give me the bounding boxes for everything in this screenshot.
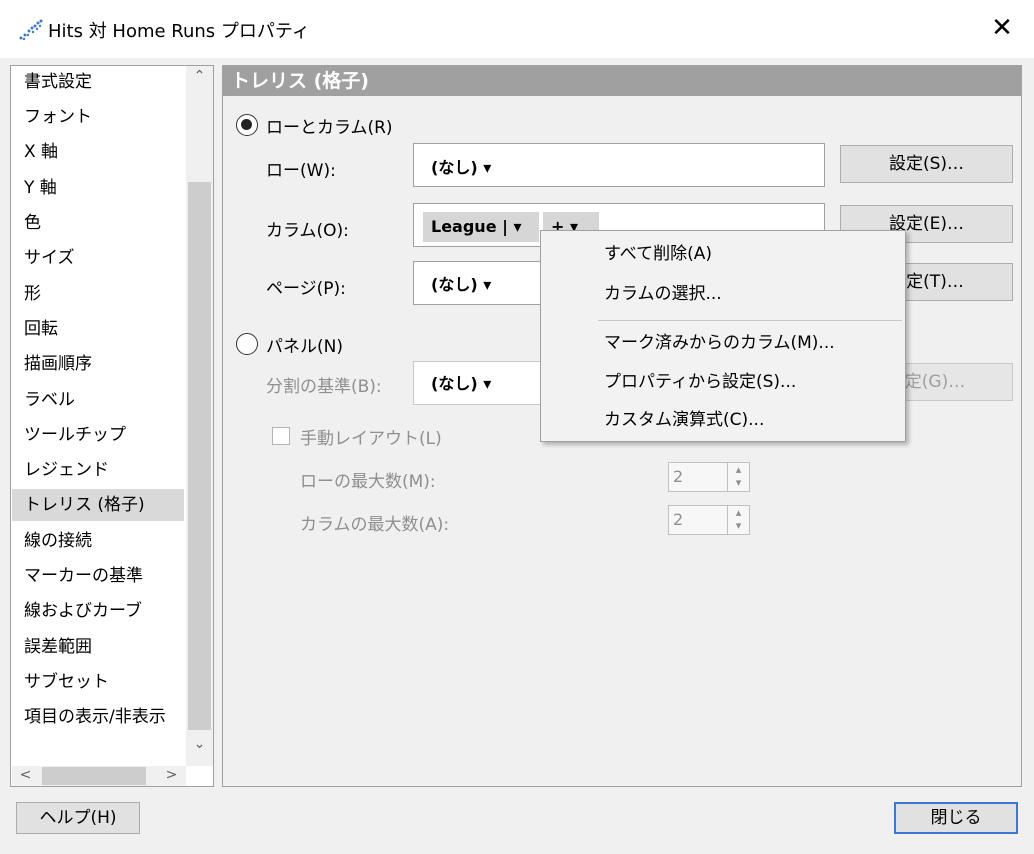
panels-label: パネル(N)	[266, 337, 343, 357]
nav-item-tooltip[interactable]: ツールチップ	[24, 419, 126, 451]
dropdown-icon: ▾	[483, 374, 492, 393]
nav-item-marker-by[interactable]: マーカーの基準	[24, 560, 143, 592]
nav-item-line-connection[interactable]: 線の接続	[24, 525, 92, 557]
spin-up-icon[interactable]: ▴	[728, 506, 749, 519]
page-label: ページ(P):	[266, 279, 346, 299]
menu-item-set-from-property[interactable]: プロパティから設定(S)...	[604, 364, 796, 400]
nav-item-font[interactable]: フォント	[24, 101, 92, 133]
rows-columns-label: ローとカラム(R)	[266, 118, 393, 138]
dropdown-icon: ▾	[513, 217, 522, 236]
nav-item-lines-curves[interactable]: 線およびカーブ	[24, 595, 142, 627]
row-value: (なし)	[431, 158, 478, 177]
nav-item-error-bars[interactable]: 誤差範囲	[24, 631, 92, 663]
spin-up-icon[interactable]: ▴	[728, 463, 749, 476]
nav-item-subsets[interactable]: サブセット	[24, 666, 109, 698]
nav-item-shape[interactable]: 形	[24, 278, 41, 310]
manual-layout-checkbox[interactable]	[272, 427, 290, 445]
horizontal-scrollbar-thumb[interactable]	[42, 767, 146, 785]
category-list-items: 書式設定 フォント X 軸 Y 軸 色 サイズ 形 回転 描画順序 ラベル ツー…	[12, 66, 184, 766]
nav-item-color[interactable]: 色	[24, 207, 41, 239]
scroll-right-icon[interactable]: >	[160, 767, 183, 783]
menu-item-select-columns[interactable]: カラムの選択...	[604, 276, 722, 312]
nav-item-rotation[interactable]: 回転	[24, 313, 58, 345]
scroll-down-icon[interactable]: ⌄	[188, 736, 211, 752]
scroll-up-icon[interactable]: ⌃	[188, 68, 211, 84]
nav-item-legend[interactable]: レジェンド	[24, 454, 109, 486]
panel-title: トレリス (格子)	[223, 66, 1021, 96]
manual-layout-label: 手動レイアウト(L)	[300, 429, 442, 449]
menu-icon-gutter	[541, 231, 583, 441]
nav-item-trellis[interactable]: トレリス (格子)	[12, 489, 184, 521]
dropdown-icon: ▾	[483, 275, 492, 294]
row-value-pill[interactable]: (なし) ▾	[423, 153, 500, 183]
scatter-plot-icon	[19, 19, 43, 41]
nav-item-y-axis[interactable]: Y 軸	[24, 172, 57, 204]
menu-item-columns-from-marked[interactable]: マーク済みからのカラム(M)...	[604, 325, 835, 361]
spin-down-icon[interactable]: ▾	[728, 476, 749, 489]
nav-item-show-hide[interactable]: 項目の表示/非表示	[24, 701, 166, 733]
max-rows-value: 2	[673, 467, 684, 486]
nav-item-draw-order[interactable]: 描画順序	[24, 348, 92, 380]
rows-columns-radio[interactable]	[236, 114, 258, 136]
max-rows-spin-buttons[interactable]: ▴ ▾	[727, 463, 749, 491]
max-columns-label: カラムの最大数(A):	[300, 515, 450, 535]
split-by-label: 分割の基準(B):	[266, 377, 382, 397]
nav-item-format[interactable]: 書式設定	[24, 66, 92, 98]
spin-down-icon[interactable]: ▾	[728, 519, 749, 532]
column-value-pill[interactable]: League | ▾	[423, 212, 539, 242]
menu-separator	[598, 320, 902, 321]
menu-item-remove-all[interactable]: すべて削除(A)	[604, 236, 712, 272]
max-rows-label: ローの最大数(M):	[300, 472, 436, 492]
split-by-value-pill[interactable]: (なし) ▾	[423, 369, 500, 399]
close-button[interactable]: 閉じる	[894, 802, 1018, 834]
row-settings-button[interactable]: 設定(S)…	[840, 145, 1013, 183]
nav-item-x-axis[interactable]: X 軸	[24, 136, 58, 168]
nav-item-labels[interactable]: ラベル	[24, 384, 75, 416]
window-title: Hits 対 Home Runs プロパティ	[48, 21, 310, 42]
page-value: (なし)	[431, 275, 478, 294]
row-label: ロー(W):	[266, 161, 336, 181]
dropdown-icon: ▾	[483, 158, 492, 177]
column-label: カラム(O):	[266, 221, 349, 241]
vertical-scrollbar-thumb[interactable]	[188, 182, 211, 730]
page-value-pill[interactable]: (なし) ▾	[423, 270, 500, 300]
max-columns-value: 2	[673, 510, 684, 529]
close-icon[interactable]: ✕	[982, 10, 1022, 46]
split-by-value: (なし)	[431, 374, 478, 393]
menu-item-custom-expression[interactable]: カスタム演算式(C)...	[604, 402, 764, 438]
nav-item-size[interactable]: サイズ	[24, 242, 75, 274]
help-button[interactable]: ヘルプ(H)	[16, 802, 140, 834]
max-columns-spin-buttons[interactable]: ▴ ▾	[727, 506, 749, 534]
panels-radio[interactable]	[236, 333, 258, 355]
radio-selected-dot	[241, 119, 252, 130]
column-value: League	[431, 217, 497, 236]
scroll-left-icon[interactable]: <	[14, 767, 37, 783]
